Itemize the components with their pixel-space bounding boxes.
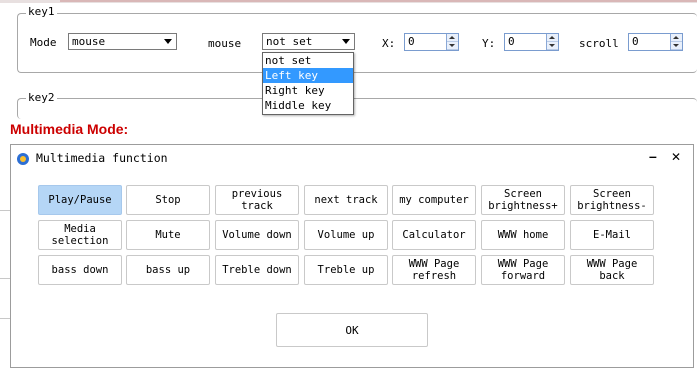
spin-up-icon[interactable]	[447, 34, 458, 42]
spin-up-icon[interactable]	[671, 34, 682, 42]
function-button-volume-up[interactable]: Volume up	[304, 220, 388, 250]
y-label: Y:	[482, 37, 496, 50]
chevron-down-icon	[164, 39, 172, 44]
multimedia-dialog: Multimedia function – ✕ Play/Pause Stop pr…	[10, 144, 694, 368]
top-strip-cutoff	[60, 0, 697, 2]
mouse-key-select[interactable]: not set	[262, 33, 355, 50]
close-icon[interactable]: ✕	[671, 150, 681, 164]
function-button-screen-brightness[interactable]: Screen brightness-	[570, 185, 654, 215]
function-button-stop[interactable]: Stop	[126, 185, 210, 215]
scroll-label: scroll	[579, 37, 619, 50]
section-title: Multimedia Mode:	[10, 121, 129, 137]
ok-button-label: OK	[345, 323, 359, 337]
function-button-play-pause[interactable]: Play/Pause	[38, 185, 122, 215]
background-line	[0, 210, 10, 211]
dropdown-option-right-key[interactable]: Right key	[263, 83, 353, 98]
y-spinbox[interactable]: 0	[504, 33, 559, 51]
mode-select[interactable]: mouse	[68, 33, 177, 50]
function-button-label: Volume up	[317, 229, 375, 241]
function-button-label: WWW Page refresh	[408, 258, 460, 282]
mouse-key-dropdown: not set Left key Right key Middle key	[262, 52, 354, 115]
function-button-label: previous track	[231, 188, 283, 212]
function-button-label: Treble down	[222, 264, 292, 276]
mode-select-value: mouse	[72, 35, 106, 48]
function-button-mute[interactable]: Mute	[126, 220, 210, 250]
minimize-icon[interactable]: –	[649, 148, 657, 164]
function-button-label: Stop	[155, 194, 181, 206]
function-button-my-computer[interactable]: my computer	[392, 185, 476, 215]
ok-button[interactable]: OK	[276, 313, 428, 347]
function-button-label: Media selection	[51, 223, 109, 247]
function-button-label: Mute	[155, 229, 181, 241]
dropdown-option-left-key[interactable]: Left key	[263, 68, 353, 83]
spin-up-icon[interactable]	[547, 34, 558, 42]
key2-legend: key2	[26, 91, 57, 104]
mode-label: Mode	[30, 36, 57, 49]
function-button-label: my computer	[399, 194, 469, 206]
type-label: mouse	[208, 37, 242, 50]
function-button-treble-up[interactable]: Treble up	[304, 255, 388, 285]
x-value: 0	[408, 35, 415, 48]
spin-down-icon[interactable]	[447, 42, 458, 50]
spin-down-icon[interactable]	[547, 42, 558, 50]
function-button-www-page-refresh[interactable]: WWW Page refresh	[392, 255, 476, 285]
function-button-www-page-forward[interactable]: WWW Page forward	[481, 255, 565, 285]
scroll-spinbox[interactable]: 0	[628, 33, 683, 51]
function-button-label: Screen brightness+	[488, 188, 558, 212]
function-button-calculator[interactable]: Calculator	[392, 220, 476, 250]
function-button-e-mail[interactable]: E-Mail	[570, 220, 654, 250]
chevron-down-icon	[342, 39, 350, 44]
background-line	[0, 318, 10, 319]
scroll-value: 0	[632, 35, 639, 48]
function-button-label: bass down	[51, 264, 109, 276]
function-button-treble-down[interactable]: Treble down	[215, 255, 299, 285]
function-button-label: WWW Page back	[586, 258, 638, 282]
function-button-bass-down[interactable]: bass down	[38, 255, 122, 285]
background-line	[0, 278, 10, 279]
x-label: X:	[382, 37, 396, 50]
function-button-label: bass up	[145, 264, 191, 276]
mouse-key-select-value: not set	[266, 35, 313, 48]
function-button-www-page-back[interactable]: WWW Page back	[570, 255, 654, 285]
key2-group	[17, 98, 697, 119]
function-button-www-home[interactable]: WWW home	[481, 220, 565, 250]
function-button-label: WWW home	[497, 229, 549, 241]
y-value: 0	[508, 35, 515, 48]
function-button-volume-down[interactable]: Volume down	[215, 220, 299, 250]
function-button-label: Screen brightness-	[577, 188, 647, 212]
x-spinbox[interactable]: 0	[404, 33, 459, 51]
function-button-previous-track[interactable]: previous track	[215, 185, 299, 215]
function-button-label: Play/Pause	[48, 194, 112, 206]
function-button-label: WWW Page forward	[497, 258, 549, 282]
dropdown-option-middle-key[interactable]: Middle key	[263, 98, 353, 113]
dropdown-option-not-set[interactable]: not set	[263, 53, 353, 68]
app-icon	[17, 153, 29, 165]
function-button-media-selection[interactable]: Media selection	[38, 220, 122, 250]
dialog-title: Multimedia function	[36, 151, 168, 165]
function-button-bass-up[interactable]: bass up	[126, 255, 210, 285]
key1-legend: key1	[26, 5, 57, 18]
function-button-label: Treble up	[317, 264, 375, 276]
function-button-label: Calculator	[402, 229, 466, 241]
function-button-label: next track	[314, 194, 378, 206]
function-button-label: E-Mail	[593, 229, 631, 241]
function-button-next-track[interactable]: next track	[304, 185, 388, 215]
function-button-screen-brightness[interactable]: Screen brightness+	[481, 185, 565, 215]
spin-down-icon[interactable]	[671, 42, 682, 50]
function-button-label: Volume down	[222, 229, 292, 241]
